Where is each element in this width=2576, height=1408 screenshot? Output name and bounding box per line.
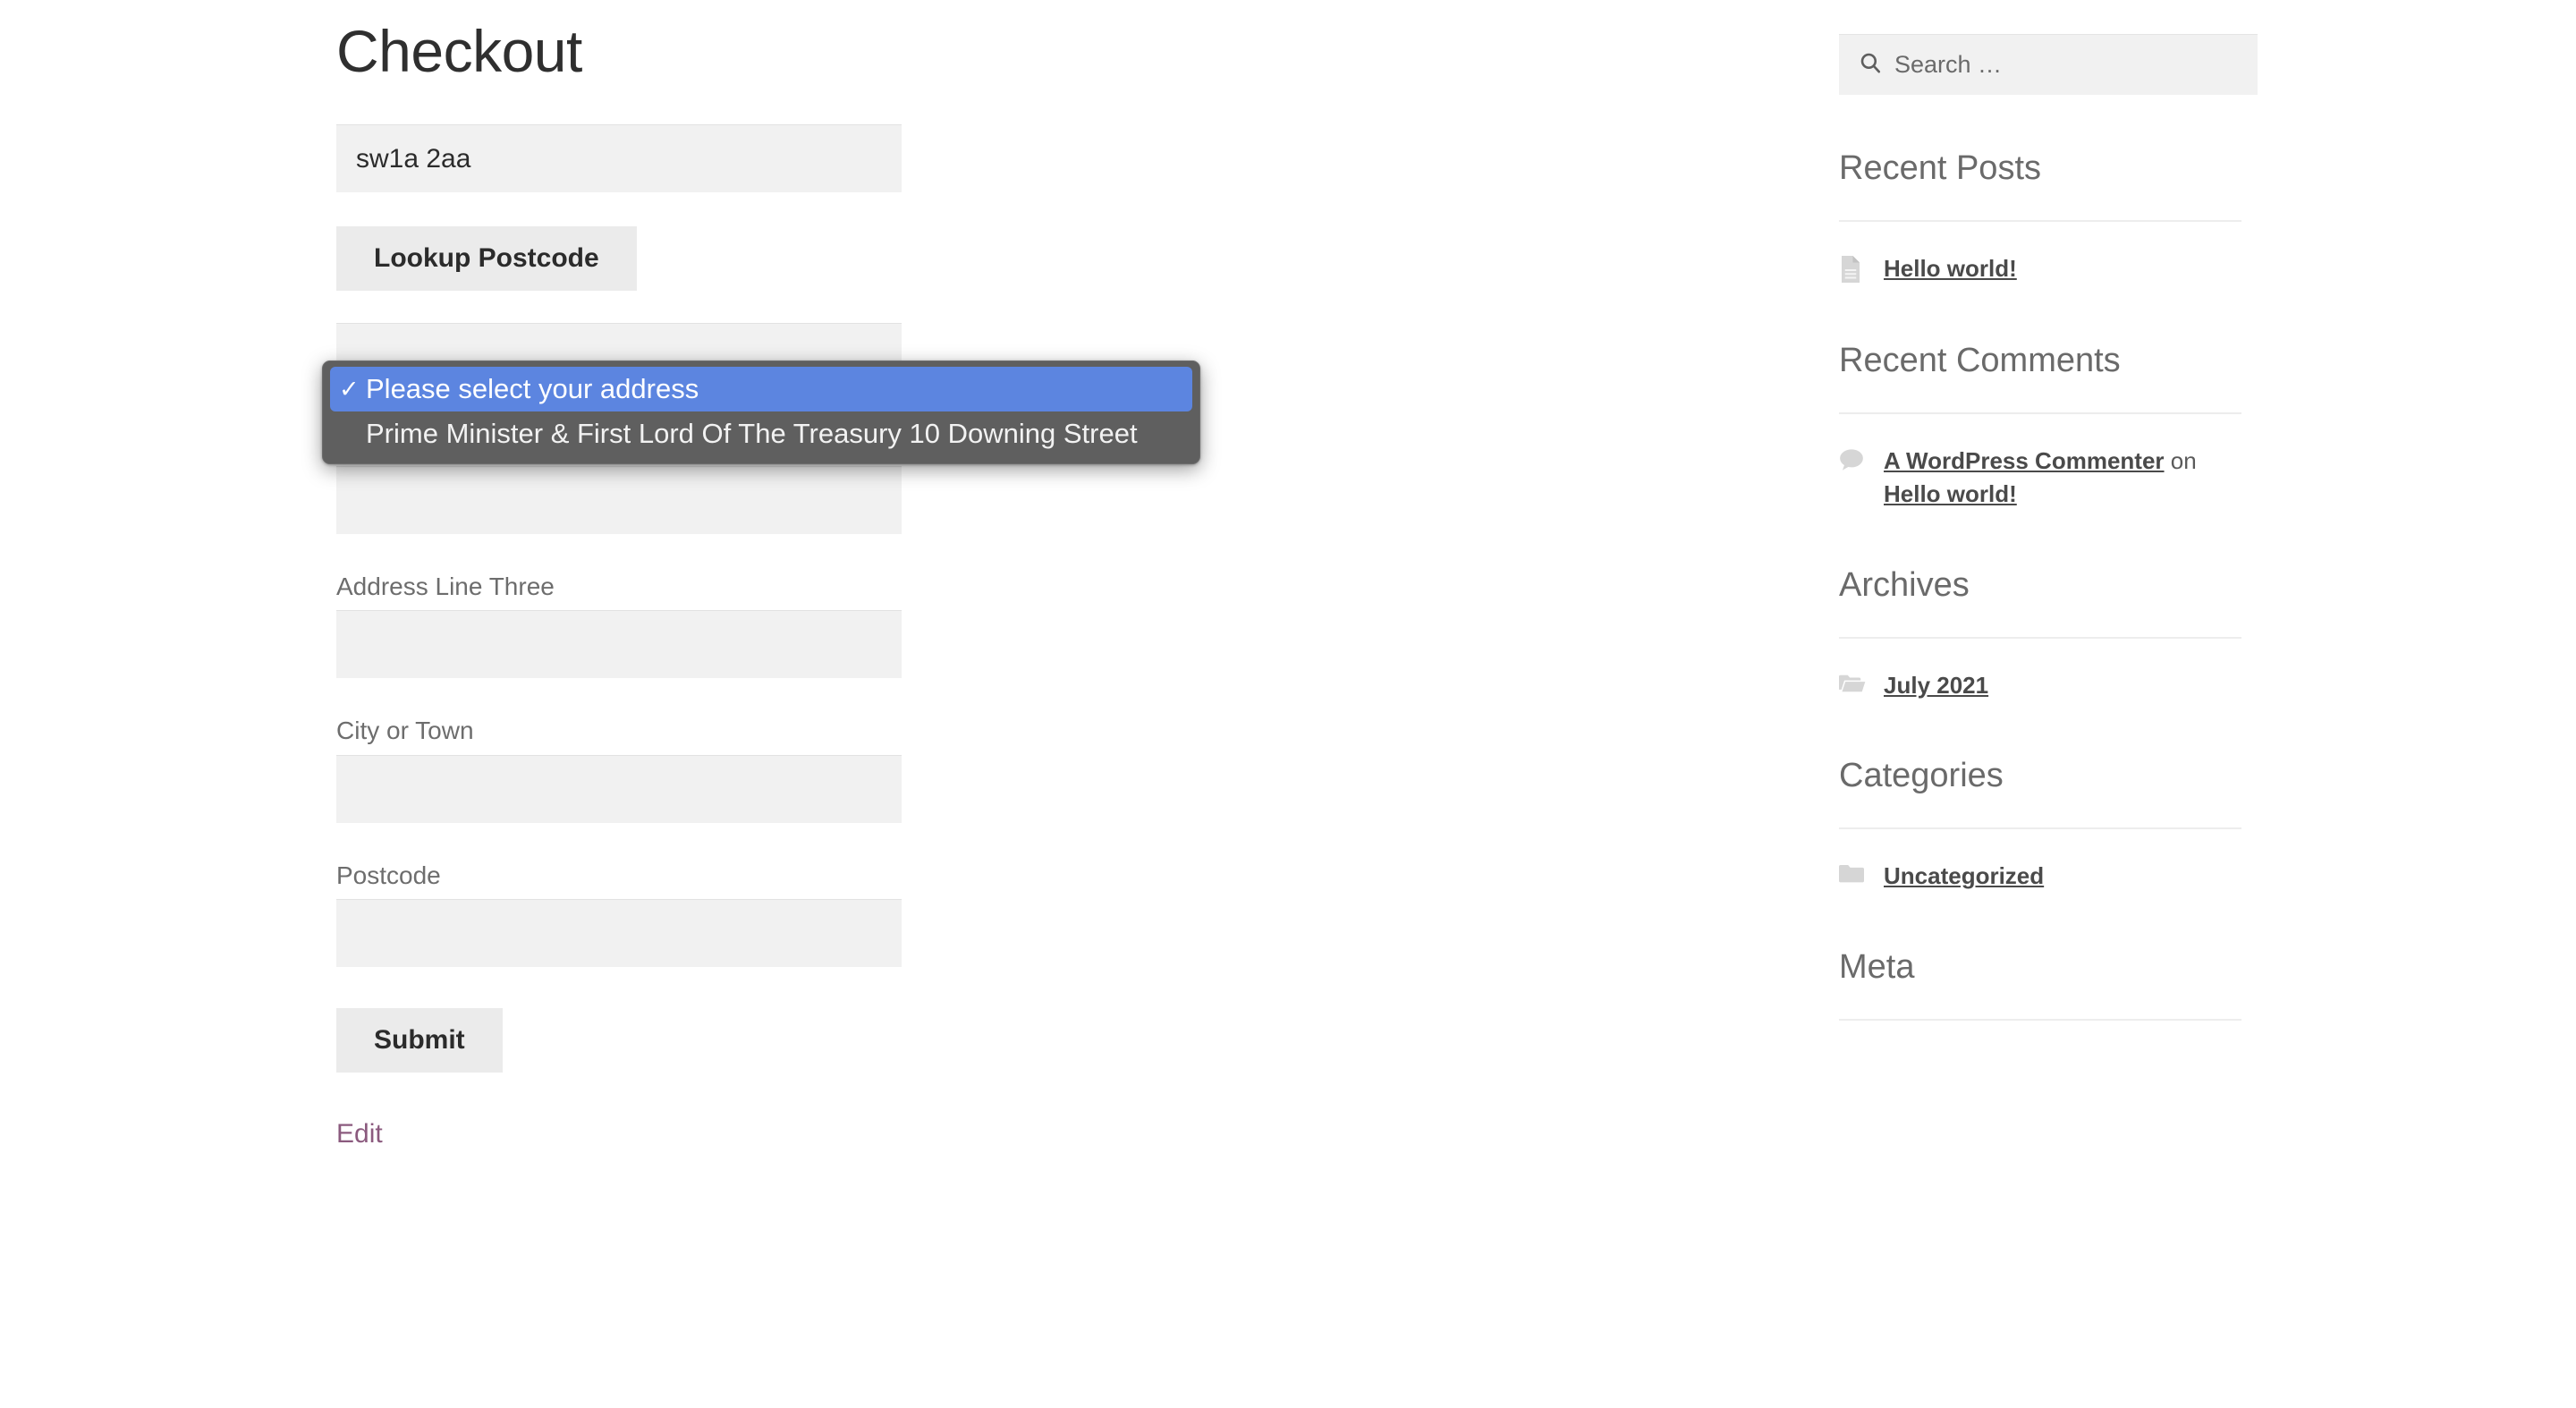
divider <box>1839 636 2241 639</box>
archive-link[interactable]: July 2021 <box>1884 672 1988 699</box>
checkmark-icon: ✓ <box>339 375 360 403</box>
address-line-two-input[interactable] <box>336 465 902 534</box>
select-option-address[interactable]: Prime Minister & First Lord Of The Treas… <box>330 411 1192 456</box>
divider <box>1839 411 2241 414</box>
page-title: Checkout <box>336 18 582 84</box>
city-or-town-input[interactable] <box>336 754 902 823</box>
list-item-text: A WordPress Commenter on Hello world! <box>1884 445 2241 512</box>
widget-categories: Categories Uncategorized <box>1839 758 2259 893</box>
field-postcode: Postcode <box>336 861 1499 968</box>
widget-list: Hello world! <box>1839 252 2259 287</box>
list-item-text: Uncategorized <box>1884 860 2044 894</box>
search-form <box>1839 34 2258 95</box>
category-link[interactable]: Uncategorized <box>1884 862 2044 889</box>
submit-button[interactable]: Submit <box>336 1008 503 1073</box>
divider <box>1839 827 2241 830</box>
widget-recent-comments: Recent Comments A WordPress Commenter on… <box>1839 341 2259 512</box>
search-icon <box>1859 51 1882 79</box>
folder-icon <box>1839 860 1869 889</box>
select-option-label: Please select your address <box>366 373 699 404</box>
postcode-input[interactable] <box>336 899 902 968</box>
list-item: A WordPress Commenter on Hello world! <box>1839 445 2259 512</box>
widget-title: Archives <box>1839 565 1970 604</box>
widget-title: Meta <box>1839 947 1915 986</box>
list-item-text: Hello world! <box>1884 252 2017 286</box>
divider <box>1839 219 2241 222</box>
list-item: Uncategorized <box>1839 860 2259 894</box>
widget-recent-posts: Recent Posts Hello world! <box>1839 149 2259 287</box>
field-label: Postcode <box>336 861 441 889</box>
search-input[interactable] <box>1894 51 2258 79</box>
comment-author-link[interactable]: A WordPress Commenter <box>1884 447 2165 474</box>
checkout-page: Checkout Lookup Postcode Address Line Tw… <box>0 0 2576 1408</box>
list-item-text: July 2021 <box>1884 669 1988 703</box>
lookup-button-row: Lookup Postcode <box>336 226 1499 291</box>
field-city-or-town: City or Town <box>336 716 1499 823</box>
folder-open-icon <box>1839 669 1869 699</box>
field-label: Address Line Three <box>336 572 555 600</box>
field-label: City or Town <box>336 717 474 745</box>
comment-icon <box>1839 445 1869 476</box>
sidebar: Recent Posts Hello world! <box>1839 0 2259 1021</box>
widget-title: Recent Posts <box>1839 149 2041 187</box>
divider <box>1839 1018 2241 1021</box>
widget-list: A WordPress Commenter on Hello world! <box>1839 445 2259 512</box>
comment-post-link[interactable]: Hello world! <box>1884 480 2017 507</box>
edit-row: Edit <box>336 1119 1499 1149</box>
edit-link[interactable]: Edit <box>336 1119 383 1149</box>
comment-connector: on <box>2164 446 2197 474</box>
list-item: Hello world! <box>1839 252 2259 287</box>
widget-list: Uncategorized <box>1839 860 2259 894</box>
main-content-column: Checkout Lookup Postcode Address Line Tw… <box>336 0 1499 1149</box>
submit-row: Submit <box>336 1008 1499 1073</box>
address-select-popup[interactable]: ✓ Please select your address Prime Minis… <box>322 360 1200 464</box>
list-item: July 2021 <box>1839 669 2259 703</box>
select-option-label: Prime Minister & First Lord Of The Treas… <box>366 418 1138 449</box>
postcode-lookup-group <box>336 124 1499 192</box>
document-icon <box>1839 252 1869 287</box>
recent-post-link[interactable]: Hello world! <box>1884 255 2017 282</box>
widget-archives: Archives July 2021 <box>1839 565 2259 703</box>
select-option-placeholder[interactable]: ✓ Please select your address <box>330 367 1192 411</box>
checkmark-icon-placeholder <box>339 422 366 446</box>
widget-meta: Meta <box>1839 947 2259 1021</box>
lookup-postcode-button[interactable]: Lookup Postcode <box>336 226 637 291</box>
widget-list: July 2021 <box>1839 669 2259 703</box>
address-line-three-input[interactable] <box>336 610 902 679</box>
widget-title: Categories <box>1839 757 2004 795</box>
postcode-search-input[interactable] <box>336 124 902 192</box>
field-address-line-three: Address Line Three <box>336 572 1499 679</box>
widget-title: Recent Comments <box>1839 341 2121 379</box>
